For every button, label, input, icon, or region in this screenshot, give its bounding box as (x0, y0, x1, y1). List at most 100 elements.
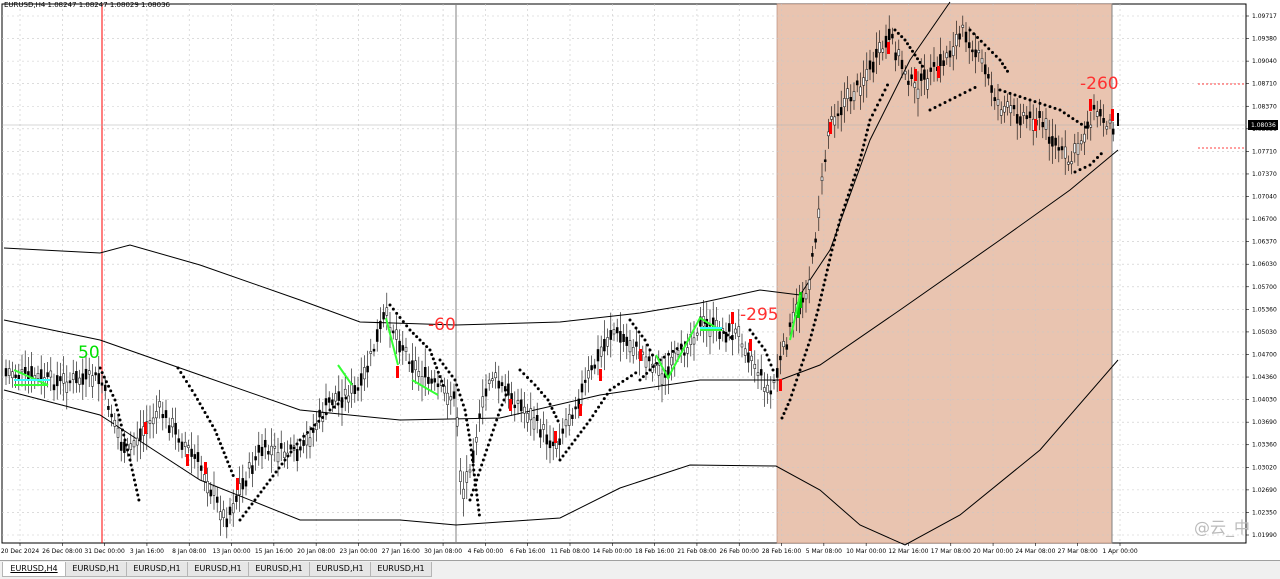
sar-dot (625, 377, 629, 381)
candle-body (983, 64, 987, 75)
candle-body (110, 413, 113, 418)
sar-dot (863, 138, 867, 142)
candle-body (353, 385, 357, 394)
sar-dot (864, 133, 868, 137)
sar-dot (502, 398, 506, 402)
sar-dot (998, 88, 1002, 92)
sar-dot (430, 352, 434, 356)
sar-dot (629, 374, 633, 378)
candle-body (1025, 115, 1029, 120)
x-tick-label: 17 Mar 08:00 (931, 548, 971, 555)
candle-body (1054, 137, 1057, 146)
sar-dot (213, 428, 217, 432)
sar-dot (476, 503, 480, 507)
chart-tab[interactable]: EURUSD,H1 (187, 562, 249, 577)
candle-body (737, 326, 741, 337)
candle-body (263, 439, 267, 448)
sar-dot (471, 463, 475, 467)
chart-tab[interactable]: EURUSD,H1 (65, 562, 127, 577)
candle-body (599, 346, 603, 357)
sar-dot (317, 419, 321, 423)
candle-body (811, 253, 814, 257)
sar-dot (208, 419, 212, 423)
candle-body (273, 445, 277, 449)
candle-body (347, 395, 350, 403)
sar-dot (220, 446, 224, 450)
y-tick-label: 1.07710 (1252, 148, 1277, 155)
candle-body (103, 384, 107, 391)
sar-dot (226, 460, 230, 464)
sar-dot (1079, 122, 1083, 126)
y-tick-label: 1.09717 (1252, 13, 1277, 20)
sar-dot (795, 378, 799, 382)
shaded-period (776, 3, 1113, 544)
sar-dot (464, 413, 468, 417)
x-tick-label: 13 Jan 00:00 (213, 548, 251, 555)
candle-body (119, 441, 123, 451)
sar-dot (104, 380, 108, 384)
sar-dot (641, 375, 645, 379)
chart-tab[interactable]: EURUSD,H1 (309, 562, 371, 577)
sar-dot (472, 468, 476, 472)
sar-dot (238, 518, 242, 522)
sar-dot (283, 458, 287, 462)
chart-tab[interactable]: EURUSD,H1 (248, 562, 310, 577)
candle-body (836, 113, 840, 117)
sar-dot (111, 393, 115, 397)
sar-dot (608, 388, 612, 392)
chart-canvas[interactable]: 1.09717 1.09380 1.09040 1.08710 1.08370 1.080… (0, 0, 1280, 560)
sar-dot (98, 366, 102, 370)
sell-marker (731, 312, 734, 324)
sar-dot (231, 473, 235, 477)
sar-dot (968, 28, 972, 32)
candle-body (923, 69, 926, 80)
x-tick-label: 27 Mar 08:00 (1058, 548, 1098, 555)
candle-body (455, 417, 459, 427)
sar-dot (198, 402, 202, 406)
candle-body (526, 413, 529, 423)
sar-dot (114, 403, 118, 407)
sar-dot (107, 384, 111, 388)
candle-body (187, 445, 190, 449)
chart-tab[interactable]: EURUSD,H1 (126, 562, 188, 577)
sar-dot (831, 243, 835, 247)
candle-body (951, 46, 955, 56)
candle-body (212, 485, 216, 496)
y-tick-label: 1.08370 (1252, 103, 1277, 110)
candle-body (615, 327, 619, 334)
candle-body (52, 384, 56, 391)
candle-body (977, 49, 981, 54)
sar-dot (550, 406, 554, 410)
sar-dot (475, 493, 479, 497)
candle-body (939, 54, 942, 66)
candle-body (123, 441, 126, 453)
sar-dot (823, 278, 827, 282)
candle-body (955, 34, 958, 47)
sar-dot (816, 308, 820, 312)
sar-dot (558, 458, 562, 462)
candle-body (593, 364, 597, 369)
sar-dot (340, 399, 344, 403)
candle-body (81, 373, 85, 385)
sar-dot (469, 448, 473, 452)
candle-body (497, 380, 501, 389)
chart-tab[interactable]: EURUSD,H4 (2, 562, 66, 577)
candle-body (324, 398, 328, 406)
sar-dot (418, 338, 422, 342)
candle-body (129, 443, 133, 450)
candle-body (785, 344, 789, 350)
chart-tab[interactable]: EURUSD,H1 (370, 562, 432, 577)
sar-dot (463, 408, 467, 412)
sar-dot (617, 382, 621, 386)
sar-dot (748, 328, 752, 332)
sar-dot (187, 384, 191, 388)
sar-dot (295, 442, 299, 446)
sar-dot (994, 54, 998, 58)
candle-body (503, 386, 507, 392)
candle-body (68, 380, 72, 384)
candle-body (657, 364, 661, 376)
price-chart[interactable]: 1.09717 1.09380 1.09040 1.08710 1.08370 1.080… (0, 0, 1280, 560)
x-tick-label: 14 Feb 00:00 (593, 548, 633, 555)
candle-body (881, 48, 885, 53)
x-tick-label: 28 Feb 16:00 (762, 548, 802, 555)
